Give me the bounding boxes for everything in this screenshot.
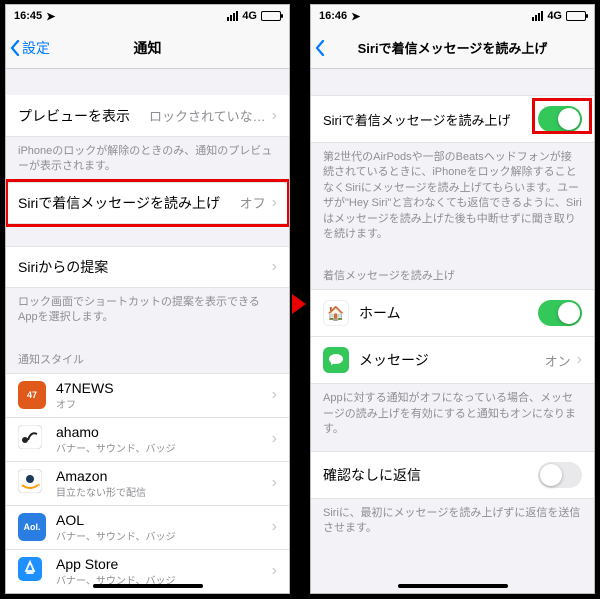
announce-toggle-switch[interactable]: [538, 106, 582, 132]
signal-icon: [227, 11, 238, 21]
phone-left: 16:45 ➤ 4G 設定 通知 プレビューを表示 ロックされていな… › iP…: [5, 4, 290, 594]
chevron-right-icon: ›: [272, 518, 277, 536]
apps-header: 着信メッセージを読み上げ: [311, 249, 594, 289]
app-sub: 目立たない形で配信: [56, 484, 272, 499]
nav-title: 通知: [134, 38, 162, 58]
announce-toggle-label: Siriで着信メッセージを読み上げ: [323, 110, 538, 129]
siri-announce-row[interactable]: Siriで着信メッセージを読み上げ オフ ›: [6, 182, 289, 224]
app-row[interactable]: 47 47NEWSオフ›: [6, 373, 289, 418]
messages-app-icon: [323, 347, 349, 373]
preview-footer: iPhoneのロックが解除のときのみ、通知のプレビューが表示されます。: [6, 137, 289, 182]
app-icon: [18, 425, 46, 453]
app-home-label: ホーム: [359, 303, 538, 323]
preview-label: プレビューを表示: [18, 106, 149, 126]
home-app-icon: 🏠: [323, 300, 349, 326]
reply-footer: Siriに、最初にメッセージを読み上げずに返信を送信させます。: [311, 499, 594, 544]
suggestions-footer: ロック画面でショートカットの提案を表示できるAppを選択します。: [6, 288, 289, 333]
reply-row[interactable]: 確認なしに返信: [311, 451, 594, 499]
siri-announce-label: Siriで着信メッセージを読み上げ: [18, 193, 240, 213]
status-bar: 16:46 ➤ 4G: [311, 5, 594, 27]
chevron-right-icon: ›: [272, 258, 277, 276]
chevron-left-icon: [10, 40, 20, 56]
app-messages-label: メッセージ: [359, 350, 545, 370]
network-label: 4G: [242, 10, 257, 22]
app-icon: Aol.: [18, 513, 46, 541]
app-icon: 47: [18, 381, 46, 409]
home-indicator[interactable]: [398, 584, 508, 588]
location-icon: ➤: [351, 10, 360, 23]
network-label: 4G: [547, 10, 562, 22]
signal-icon: [532, 11, 543, 21]
app-name: App Store: [56, 556, 272, 572]
app-sub: オフ: [56, 396, 272, 411]
home-indicator[interactable]: [93, 584, 203, 588]
app-name: Amazon: [56, 468, 272, 484]
app-home-row[interactable]: 🏠 ホーム: [311, 289, 594, 337]
app-icon: [18, 469, 46, 497]
app-name: AOL: [56, 512, 272, 528]
nav-bar: 設定 通知: [6, 27, 289, 69]
siri-suggestions-row[interactable]: Siriからの提案 ›: [6, 246, 289, 288]
chevron-right-icon: ›: [272, 107, 277, 125]
chevron-right-icon: ›: [577, 351, 582, 369]
chevron-right-icon: ›: [272, 386, 277, 404]
app-messages-value: オン: [545, 351, 571, 370]
app-icon: [18, 557, 46, 585]
battery-icon: [261, 11, 281, 21]
chevron-left-icon: [315, 40, 325, 56]
app-home-switch[interactable]: [538, 300, 582, 326]
status-time: 16:46: [319, 10, 347, 22]
app-sub: バナー、サウンド、バッジ: [56, 528, 272, 543]
transition-arrow-icon: [292, 294, 306, 314]
status-bar: 16:45 ➤ 4G: [6, 5, 289, 27]
status-time: 16:45: [14, 10, 42, 22]
reply-label: 確認なしに返信: [323, 465, 538, 485]
app-name: 47NEWS: [56, 380, 272, 396]
app-name: ahamo: [56, 424, 272, 440]
app-row[interactable]: Aol. AOLバナー、サウンド、バッジ›: [6, 506, 289, 550]
location-icon: ➤: [46, 10, 55, 23]
nav-back-button[interactable]: 設定: [10, 38, 50, 58]
app-sub: バナー、サウンド、バッジ: [56, 440, 272, 455]
app-row[interactable]: Amazon目立たない形で配信›: [6, 462, 289, 506]
preview-value: ロックされていな…: [149, 106, 266, 125]
nav-title: Siriで着信メッセージを読み上げ: [358, 38, 548, 57]
chevron-right-icon: ›: [272, 430, 277, 448]
apps-footer: Appに対する通知がオフになっている場合、メッセージの読み上げを有効にすると通知…: [311, 384, 594, 444]
siri-announce-value: オフ: [240, 193, 266, 212]
battery-icon: [566, 11, 586, 21]
nav-back-button[interactable]: [315, 40, 325, 56]
nav-bar: Siriで着信メッセージを読み上げ: [311, 27, 594, 69]
chevron-right-icon: ›: [272, 562, 277, 580]
nav-back-label: 設定: [22, 38, 50, 58]
chevron-right-icon: ›: [272, 474, 277, 492]
siri-suggestions-label: Siriからの提案: [18, 257, 266, 277]
style-header: 通知スタイル: [6, 333, 289, 373]
phone-right: 16:46 ➤ 4G Siriで着信メッセージを読み上げ Siriで着信メッセー…: [310, 4, 595, 594]
preview-row[interactable]: プレビューを表示 ロックされていな… ›: [6, 95, 289, 137]
app-messages-row[interactable]: メッセージ オン ›: [311, 337, 594, 384]
app-row[interactable]: ahamoバナー、サウンド、バッジ›: [6, 418, 289, 462]
announce-footer: 第2世代のAirPodsや一部のBeatsヘッドフォンが接続されているときに、i…: [311, 143, 594, 249]
announce-toggle-row[interactable]: Siriで着信メッセージを読み上げ: [311, 95, 594, 143]
chevron-right-icon: ›: [272, 194, 277, 212]
reply-switch[interactable]: [538, 462, 582, 488]
